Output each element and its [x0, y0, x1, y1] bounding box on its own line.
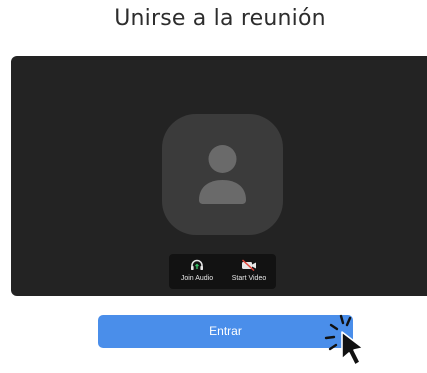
join-button[interactable]: Entrar	[98, 315, 353, 348]
start-video-label: Start Video	[231, 275, 267, 282]
page-title: Unirse a la reunión	[114, 6, 326, 31]
video-off-icon	[241, 259, 256, 271]
video-preview: Join Audio Start Video	[11, 56, 427, 296]
join-audio-button[interactable]: Join Audio	[172, 254, 222, 289]
pointer-cursor-icon	[324, 314, 364, 366]
start-video-button[interactable]: Start Video	[224, 254, 274, 289]
join-meeting-screen: Unirse a la reunión Join Audio Start Vid…	[0, 0, 427, 373]
headphones-icon	[191, 259, 203, 270]
avatar-placeholder-icon	[199, 145, 246, 204]
join-audio-label: Join Audio	[180, 275, 214, 282]
preview-controls: Join Audio Start Video	[169, 254, 276, 289]
avatar	[162, 114, 283, 235]
